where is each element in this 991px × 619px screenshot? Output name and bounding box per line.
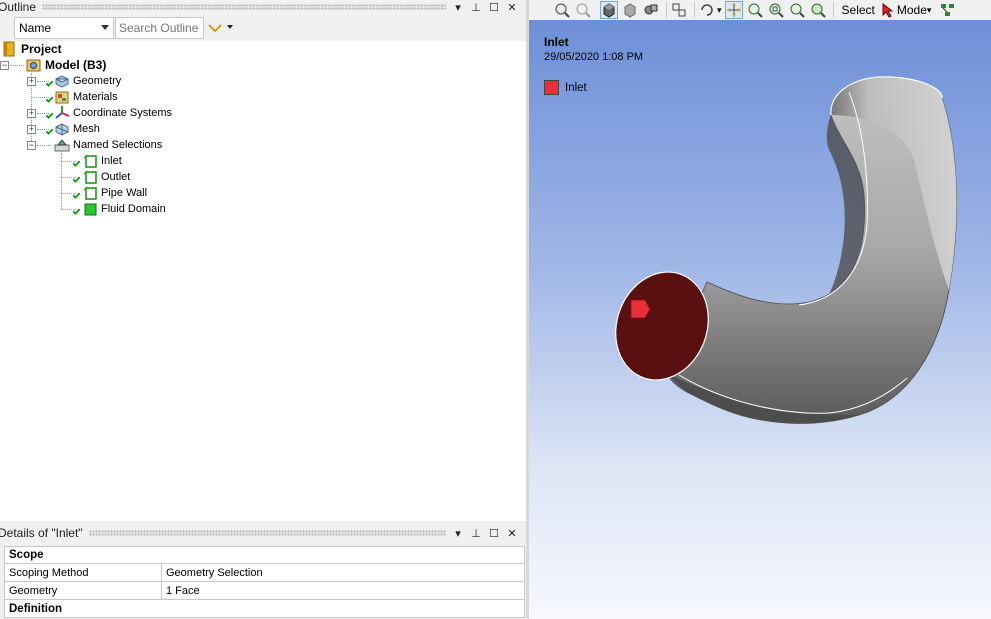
mesh-icon: [54, 121, 70, 137]
shaded-view-button[interactable]: [600, 1, 618, 19]
details-row-geometry[interactable]: Geometry 1 Face: [4, 582, 525, 600]
face-icon: [82, 169, 98, 185]
face-icon: [82, 185, 98, 201]
rotate-icon: [701, 4, 713, 16]
section-header-definition[interactable]: Definition: [4, 600, 525, 618]
cube-icon: [603, 3, 615, 18]
zoom-button[interactable]: [746, 1, 764, 19]
body-icon: [82, 201, 98, 217]
graphics-toolbar: ▾ Select Mode ▾: [529, 0, 991, 20]
maximize-icon[interactable]: ☐: [488, 1, 500, 14]
search-input[interactable]: [115, 17, 204, 39]
cube-icon: [624, 3, 636, 18]
tree-item-model[interactable]: Model (B3): [26, 57, 106, 73]
tree-item-geometry[interactable]: Geometry: [54, 73, 121, 89]
project-icon: [2, 41, 18, 57]
details-title: Details of "Inlet": [0, 526, 83, 540]
pan-icon: [726, 3, 741, 17]
3d-viewport[interactable]: Inlet 29/05/2020 1:08 PM Inlet: [529, 20, 991, 619]
zoom-out-icon: [576, 3, 591, 18]
shapes-icon: [644, 4, 658, 15]
box-zoom-button[interactable]: [767, 1, 785, 19]
zoom-extents-icon: [790, 3, 805, 18]
details-row-scoping-method[interactable]: Scoping Method Geometry Selection: [4, 564, 525, 582]
named-selections-icon: [54, 137, 70, 153]
outline-title: Outline: [0, 0, 37, 14]
tree-item-named-selections[interactable]: Named Selections: [54, 137, 162, 153]
tree-item-fluid-domain[interactable]: Fluid Domain: [82, 201, 166, 217]
tree-item-outlet[interactable]: Outlet: [82, 169, 130, 185]
maximize-icon[interactable]: ☐: [488, 527, 500, 540]
tree-filter-button[interactable]: [939, 1, 957, 19]
pan-button[interactable]: [724, 1, 743, 19]
tree-item-inlet[interactable]: Inlet: [82, 153, 122, 169]
wireframe-view-button[interactable]: [621, 1, 639, 19]
section-header-scope[interactable]: Scope: [4, 546, 525, 564]
zoom-icon: [748, 3, 763, 18]
outline-title-bar: Outline ▾ ⊥ ☐ ✕: [0, 0, 526, 14]
outline-tree: Project − Model (B3) + Geometry Material…: [0, 41, 526, 521]
select-mode-button[interactable]: [879, 1, 897, 19]
zoom-to-fit-button[interactable]: [553, 1, 571, 19]
close-icon[interactable]: ✕: [506, 527, 518, 540]
geometry-icon: [54, 73, 70, 89]
face-icon: [82, 153, 98, 169]
outline-search-bar: Name: [0, 15, 526, 41]
collapse-named-selections-toggle[interactable]: −: [27, 141, 36, 150]
pin-icon[interactable]: ⊥: [470, 1, 482, 14]
graphics-area: ▾ Select Mode ▾ Inlet 29/05/2020 1:08 PM: [529, 0, 991, 619]
coordinate-systems-icon: [54, 105, 70, 121]
zoom-selection-icon: [811, 3, 826, 18]
mode-dropdown-icon[interactable]: ▾: [927, 5, 932, 16]
tree-item-pipe-wall[interactable]: Pipe Wall: [82, 185, 147, 201]
mode-dropdown[interactable]: Mode: [897, 3, 927, 17]
left-panel: Outline ▾ ⊥ ☐ ✕ Name Project − Model: [0, 0, 526, 619]
details-panel: Details of "Inlet" ▾ ⊥ ☐ ✕ Scope Scoping…: [0, 526, 526, 619]
zoom-extents-button[interactable]: [788, 1, 806, 19]
chevron-down-icon: [208, 24, 222, 33]
materials-icon: [54, 89, 70, 105]
search-options-button[interactable]: [206, 19, 224, 37]
zoom-to-selection-button[interactable]: [809, 1, 827, 19]
zoom-out-button[interactable]: [574, 1, 592, 19]
tree-item-materials[interactable]: Materials: [54, 89, 118, 105]
rotate-button[interactable]: [698, 1, 716, 19]
expand-geometry-toggle[interactable]: +: [27, 77, 36, 86]
expand-coordinate-systems-toggle[interactable]: +: [27, 109, 36, 118]
box-select-button[interactable]: [670, 1, 688, 19]
cursor-icon: [882, 2, 894, 18]
pipe-model[interactable]: [529, 20, 991, 619]
dropdown-icon[interactable]: ▾: [452, 527, 464, 540]
graphics-options-button[interactable]: [642, 1, 660, 19]
model-icon: [26, 57, 42, 73]
details-title-bar: Details of "Inlet" ▾ ⊥ ☐ ✕: [0, 526, 526, 540]
expand-mesh-toggle[interactable]: +: [27, 125, 36, 134]
box-select-icon: [672, 3, 686, 17]
details-table: Scope Scoping Method Geometry Selection …: [4, 546, 525, 618]
tree-item-project[interactable]: Project: [2, 41, 62, 57]
chevron-down-icon: [101, 25, 109, 30]
rotate-dropdown-icon[interactable]: ▾: [717, 5, 722, 16]
collapse-model-toggle[interactable]: −: [0, 61, 9, 70]
zoom-icon: [555, 3, 570, 18]
tree-item-coordinate-systems[interactable]: Coordinate Systems: [54, 105, 172, 121]
dropdown-arrow-icon[interactable]: [227, 25, 233, 29]
name-filter-select[interactable]: Name: [14, 17, 114, 39]
tree-icon: [941, 4, 955, 16]
box-zoom-icon: [769, 3, 784, 18]
select-label[interactable]: Select: [842, 3, 875, 17]
close-icon[interactable]: ✕: [506, 1, 518, 14]
dropdown-icon[interactable]: ▾: [452, 1, 464, 14]
pin-icon[interactable]: ⊥: [470, 527, 482, 540]
tree-item-mesh[interactable]: Mesh: [54, 121, 100, 137]
